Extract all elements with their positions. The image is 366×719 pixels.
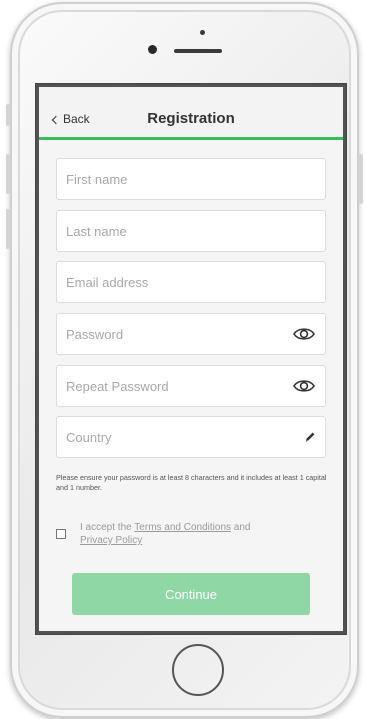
side-button-volume-up bbox=[6, 154, 10, 194]
nav-header: Back Registration bbox=[39, 87, 343, 140]
country-input[interactable] bbox=[57, 417, 325, 457]
terms-text: I accept the Terms and Conditions and Pr… bbox=[80, 521, 280, 547]
side-button-volume-down bbox=[6, 209, 10, 249]
terms-link[interactable]: Terms and Conditions bbox=[134, 522, 231, 533]
proximity-sensor bbox=[200, 30, 205, 35]
repeat-password-input[interactable] bbox=[57, 366, 325, 406]
phone-screen: Back Registration First name Last name E… bbox=[35, 83, 347, 635]
eye-icon[interactable] bbox=[293, 378, 315, 394]
side-button-power bbox=[359, 154, 363, 204]
terms-checkbox[interactable] bbox=[56, 529, 66, 539]
eye-icon[interactable] bbox=[293, 326, 315, 342]
email-field bbox=[56, 261, 326, 303]
page-title: Registration bbox=[147, 110, 235, 127]
password-hint: Please ensure your password is at least … bbox=[56, 473, 327, 492]
first-name-input[interactable] bbox=[57, 159, 325, 199]
country-field bbox=[56, 416, 326, 458]
privacy-link[interactable]: Privacy Policy bbox=[80, 535, 142, 546]
continue-button[interactable]: Continue bbox=[72, 573, 310, 615]
pencil-icon[interactable] bbox=[303, 430, 317, 444]
password-field bbox=[56, 313, 326, 355]
last-name-field bbox=[56, 210, 326, 252]
side-button-mute bbox=[6, 104, 10, 126]
first-name-field bbox=[56, 158, 326, 200]
home-button[interactable] bbox=[172, 644, 224, 696]
front-camera bbox=[148, 45, 157, 54]
password-input[interactable] bbox=[57, 314, 325, 354]
earpiece-speaker bbox=[174, 49, 222, 53]
last-name-input[interactable] bbox=[57, 211, 325, 251]
terms-middle: and bbox=[231, 522, 251, 533]
repeat-password-field bbox=[56, 365, 326, 407]
registration-screen: Back Registration First name Last name E… bbox=[39, 87, 343, 631]
email-input[interactable] bbox=[57, 262, 325, 302]
terms-prefix: I accept the bbox=[80, 522, 135, 533]
